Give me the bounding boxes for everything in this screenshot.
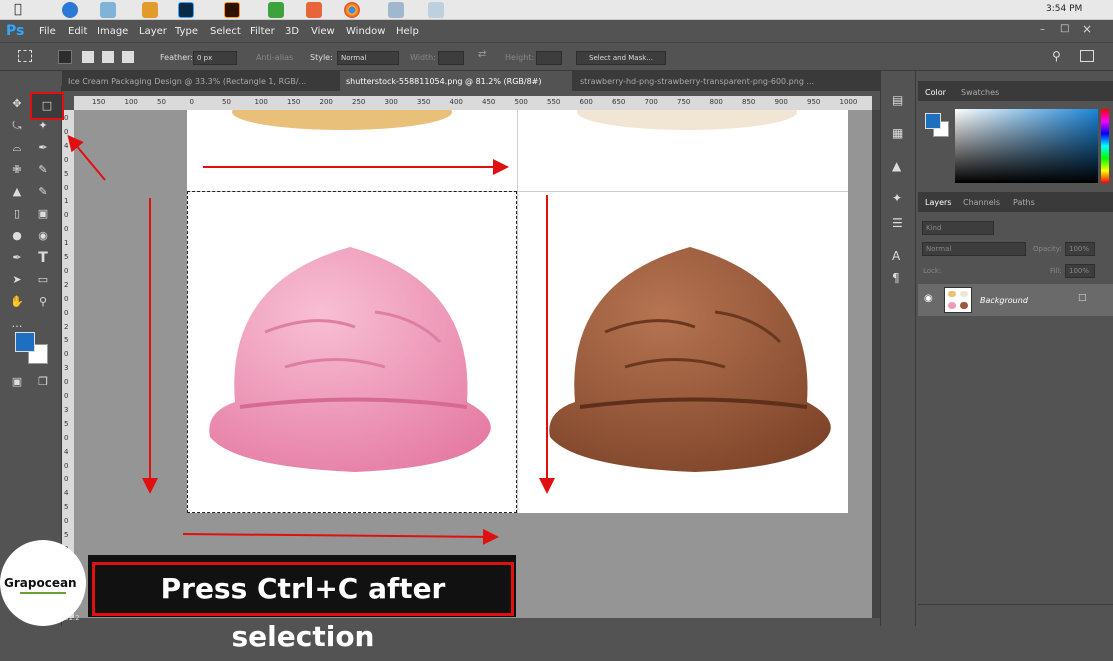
opacity-input[interactable]: 100% [1065,242,1095,256]
layer-thumbnail [944,287,972,313]
color-fg-swatch[interactable] [925,113,941,129]
logo-brand-text: Grapocean [4,576,77,590]
character-icon[interactable]: A [892,249,900,263]
grapocean-logo: Grapocean [0,540,86,626]
tab-swatches[interactable]: Swatches [961,88,999,97]
fill-input[interactable]: 100% [1065,264,1095,278]
sliders-icon[interactable]: ☰ [892,216,903,230]
tab-color[interactable]: Color [925,88,946,97]
fill-label: Fill: [1050,267,1062,275]
foreground-color-swatch[interactable] [15,332,35,352]
layer-kind-filter[interactable]: Kind [922,221,994,235]
blend-mode-select[interactable]: Normal [922,242,1026,256]
paragraph-icon[interactable]: ¶ [892,271,900,285]
history-icon[interactable]: ▤ [892,93,903,107]
vertical-scrollbar[interactable] [872,110,880,618]
tab-channels[interactable]: Channels [963,198,1000,207]
layer-name[interactable]: Background [980,296,1028,305]
panel-icon-strip: ▤ ▦ ▲ ✦ ☰ A ¶ [880,71,916,626]
properties-icon[interactable]: ▦ [892,126,903,140]
hue-slider[interactable] [1101,109,1109,183]
right-panels: Color Swatches Layers Channels Paths Kin… [918,71,1113,626]
brush-settings-icon[interactable]: ✦ [892,191,902,205]
adjust-icon[interactable]: ▲ [892,159,901,173]
tab-layers[interactable]: Layers [925,198,951,207]
color-picker-field[interactable] [955,109,1098,183]
visibility-eye-icon[interactable]: ◉ [924,293,933,304]
caption-text: Press Ctrl+C after selection [92,562,514,653]
opacity-label: Opacity: [1033,245,1062,253]
layers-footer [918,604,1113,626]
layer-row[interactable]: ◉ Background □ [918,284,1113,316]
lock-icon: □ [1078,293,1087,303]
lock-label: Lock: [923,267,942,275]
tab-paths[interactable]: Paths [1013,198,1035,207]
